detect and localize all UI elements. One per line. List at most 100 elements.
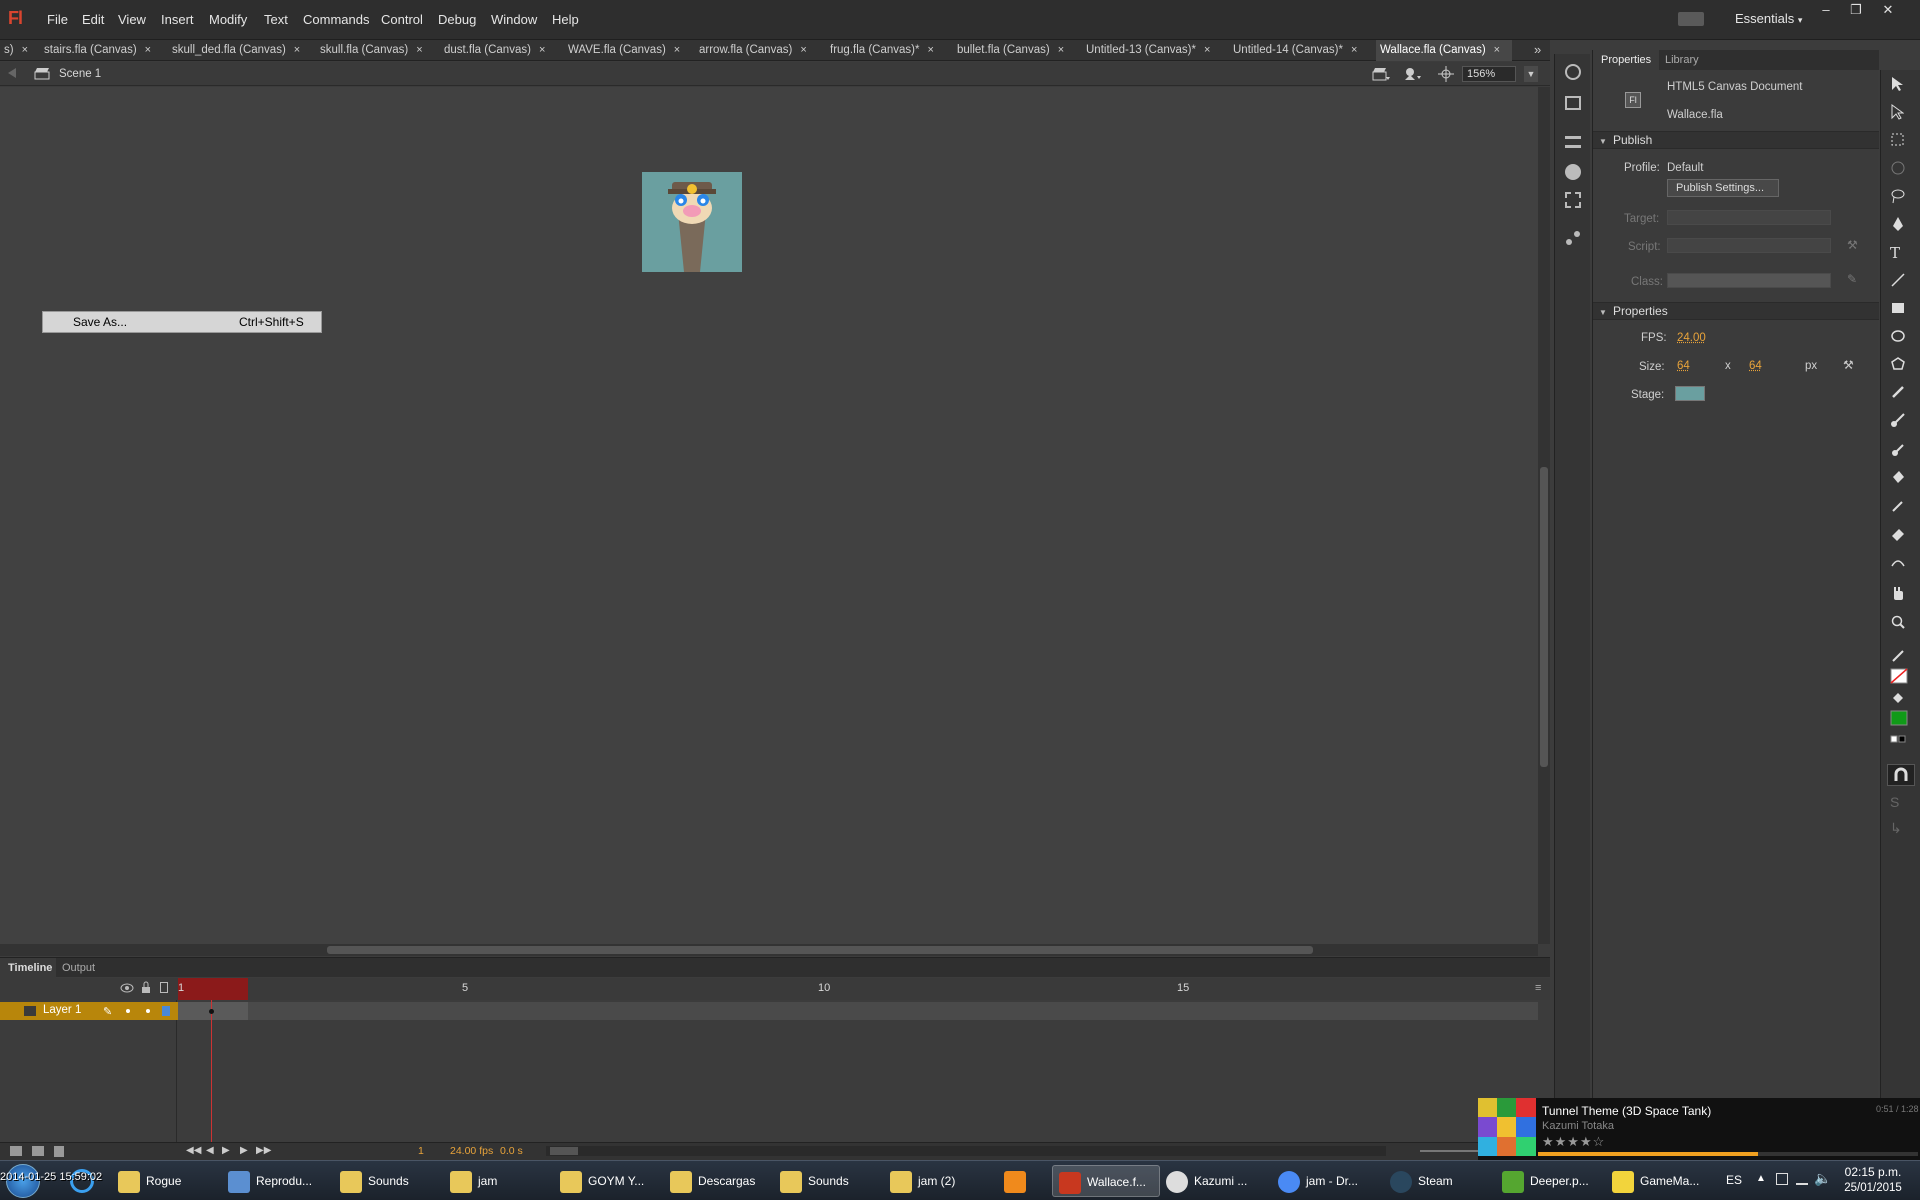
pen-tool-icon[interactable] xyxy=(1890,216,1912,236)
clock-time[interactable]: 02:15 p.m. xyxy=(1836,1165,1910,1179)
eye-icon[interactable] xyxy=(120,983,134,993)
snap-to-objects-icon[interactable] xyxy=(1887,764,1915,786)
oval-tool-icon[interactable] xyxy=(1890,328,1912,348)
track-rating-stars[interactable]: ★★★★☆ xyxy=(1542,1134,1605,1150)
input-language[interactable]: ES xyxy=(1726,1173,1742,1187)
tab-output[interactable]: Output xyxy=(62,958,95,978)
brush-tool-icon[interactable] xyxy=(1890,412,1912,432)
polystar-tool-icon[interactable] xyxy=(1890,356,1912,376)
menu-debug[interactable]: Debug xyxy=(438,12,476,27)
tab-close-icon[interactable]: × xyxy=(1058,44,1064,56)
tab-close-icon[interactable]: × xyxy=(927,44,933,56)
scroll-thumb[interactable] xyxy=(1540,467,1548,767)
eraser-tool-icon[interactable] xyxy=(1890,526,1912,546)
first-frame-icon[interactable]: ◀◀ xyxy=(186,1145,201,1156)
zoom-dropdown-icon[interactable]: ▼ xyxy=(1524,66,1538,82)
eyedropper-tool-icon[interactable] xyxy=(1890,498,1912,518)
workspace-switcher[interactable]: Essentials ▾ xyxy=(1735,11,1802,26)
track-progress-bar[interactable] xyxy=(1538,1152,1918,1156)
target-dropdown[interactable] xyxy=(1667,210,1831,225)
playhead-marker[interactable] xyxy=(178,978,248,1000)
stage-color-swatch[interactable] xyxy=(1675,386,1705,401)
edit-symbols-icon[interactable] xyxy=(1402,66,1422,82)
frame-track[interactable] xyxy=(178,1002,1538,1020)
width-value[interactable]: 64 xyxy=(1677,360,1690,372)
tab-doc[interactable]: Untitled-14 (Canvas)* × xyxy=(1229,40,1357,61)
menu-help[interactable]: Help xyxy=(552,12,579,27)
stage-vertical-scrollbar[interactable] xyxy=(1538,87,1550,944)
clock-date[interactable]: 25/01/2015 xyxy=(1836,1182,1910,1194)
panel-menu-icon[interactable]: ≡ xyxy=(1535,982,1541,994)
tab-timeline[interactable]: Timeline xyxy=(0,958,56,978)
pencil-icon[interactable]: ✎ xyxy=(103,1005,112,1018)
lasso-tool-icon[interactable] xyxy=(1890,188,1912,208)
tab-close-icon[interactable]: × xyxy=(294,44,300,56)
tab-close-icon[interactable]: × xyxy=(22,44,28,56)
taskbar-item[interactable]: Reprodu... xyxy=(228,1165,334,1197)
action-center-icon[interactable] xyxy=(1776,1173,1788,1185)
center-stage-icon[interactable] xyxy=(1438,66,1454,82)
taskbar-item[interactable]: Rogue xyxy=(118,1165,224,1197)
tab-doc[interactable]: WAVE.fla (Canvas) × xyxy=(564,40,680,61)
taskbar-item[interactable]: Kazumi ... xyxy=(1166,1165,1272,1197)
taskbar-item[interactable]: Deeper.p... xyxy=(1502,1165,1606,1197)
menu-text[interactable]: Text xyxy=(264,12,288,27)
rectangle-tool-icon[interactable] xyxy=(1890,300,1912,320)
advanced-settings-wrench-icon[interactable]: ⚒ xyxy=(1843,358,1854,372)
menu-file[interactable]: File xyxy=(47,12,68,27)
tab-doc[interactable]: arrow.fla (Canvas) × xyxy=(695,40,807,61)
play-icon[interactable]: ▶ xyxy=(222,1145,230,1156)
lock-dot[interactable] xyxy=(146,1009,150,1013)
taskbar-item[interactable]: jam (2) xyxy=(890,1165,996,1197)
elapsed-time[interactable]: 0.0 s xyxy=(500,1145,523,1157)
class-input[interactable] xyxy=(1667,273,1831,288)
taskbar-item[interactable]: Sounds xyxy=(780,1165,886,1197)
tab-doc[interactable]: Untitled-13 (Canvas)* × xyxy=(1082,40,1210,61)
straighten-icon[interactable]: ↳ xyxy=(1890,820,1912,840)
menu-window[interactable]: Window xyxy=(491,12,537,27)
outline-icon[interactable] xyxy=(160,982,168,993)
info-icon[interactable] xyxy=(1565,164,1581,180)
selection-tool-icon[interactable] xyxy=(1890,76,1912,96)
collapse-triangle-icon[interactable]: ▼ xyxy=(1599,137,1607,146)
last-frame-icon[interactable]: ▶▶ xyxy=(256,1145,271,1156)
stage-pasteboard[interactable]: Save As... Ctrl+Shift+S xyxy=(0,87,1538,944)
subselection-tool-icon[interactable] xyxy=(1890,104,1912,124)
taskbar-item[interactable]: jam - Dr... xyxy=(1278,1165,1384,1197)
tab-doc[interactable]: dust.fla (Canvas) × xyxy=(440,40,545,61)
taskbar-item-active[interactable]: Wallace.f... xyxy=(1052,1165,1160,1197)
tab-library[interactable]: Library xyxy=(1665,50,1699,70)
outline-color-swatch[interactable] xyxy=(162,1006,170,1016)
width-tool-icon[interactable] xyxy=(1890,554,1912,574)
tab-doc[interactable]: skull.fla (Canvas) × xyxy=(316,40,423,61)
color-wheel-icon[interactable] xyxy=(1565,64,1581,80)
prev-frame-icon[interactable]: ◀ xyxy=(206,1145,214,1156)
line-tool-icon[interactable] xyxy=(1890,272,1912,292)
taskbar-item[interactable]: GOYM Y... xyxy=(560,1165,666,1197)
scroll-thumb[interactable] xyxy=(327,946,1313,954)
wallace-character-sprite[interactable] xyxy=(642,172,742,272)
collapse-triangle-icon[interactable]: ▼ xyxy=(1599,308,1607,317)
properties-section-header[interactable]: Properties xyxy=(1593,302,1879,320)
visibility-dot[interactable] xyxy=(126,1009,130,1013)
stroke-color-swatch[interactable] xyxy=(1890,668,1912,688)
now-playing-popup[interactable]: Tunnel Theme (3D Space Tank) Kazumi Tota… xyxy=(1478,1098,1920,1160)
edit-scene-icon[interactable] xyxy=(1372,67,1390,81)
tab-close-icon[interactable]: × xyxy=(539,44,545,56)
back-arrow-icon[interactable] xyxy=(6,67,18,79)
tabs-overflow-icon[interactable]: » xyxy=(1534,42,1541,57)
taskbar-item[interactable]: jam xyxy=(450,1165,556,1197)
fill-color-bucket-icon[interactable] xyxy=(1890,690,1912,710)
tab-close-icon[interactable]: × xyxy=(1204,44,1210,56)
tab-close-icon[interactable]: × xyxy=(674,44,680,56)
transform-icon[interactable] xyxy=(1565,192,1581,208)
pencil-tool-icon[interactable] xyxy=(1890,384,1912,404)
stage-canvas[interactable] xyxy=(642,172,742,272)
current-frame[interactable]: 1 xyxy=(418,1145,424,1157)
taskbar-item[interactable]: Descargas xyxy=(670,1165,776,1197)
tab-doc[interactable]: skull_ded.fla (Canvas) × xyxy=(168,40,300,61)
fill-color-swatch[interactable] xyxy=(1890,710,1912,730)
taskbar-item[interactable]: Steam xyxy=(1390,1165,1496,1197)
free-transform-tool-icon[interactable] xyxy=(1890,132,1912,152)
restore-button[interactable]: ❐ xyxy=(1844,2,1868,20)
